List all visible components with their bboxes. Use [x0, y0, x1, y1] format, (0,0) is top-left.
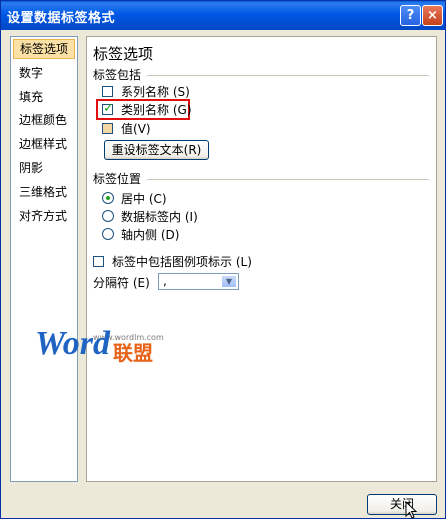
close-window-button[interactable]: ×: [422, 5, 443, 26]
options-panel: 标签选项 标签包括 系列名称 (S) ✓ 类别名称 (G) 值(V) 重设标签文…: [35, 36, 437, 482]
category-name-checkbox[interactable]: ✓: [102, 101, 114, 116]
nav-item-label-options[interactable]: 标签选项: [13, 39, 75, 59]
mouse-pointer-icon: [405, 501, 418, 519]
chevron-down-icon[interactable]: ▼: [221, 275, 237, 288]
value-label[interactable]: 值(V): [121, 120, 151, 137]
panel-heading: 标签选项: [93, 45, 154, 63]
position-inside-base-label[interactable]: 轴内侧 (D): [121, 226, 179, 243]
position-inside-end-radio[interactable]: [102, 210, 114, 222]
position-center-radio[interactable]: [102, 192, 114, 204]
window-title: 设置数据标签格式: [7, 11, 116, 26]
label-position-heading: 标签位置: [93, 172, 142, 186]
series-name-checkbox[interactable]: [102, 86, 113, 97]
nav-item-alignment[interactable]: 对齐方式: [13, 206, 75, 226]
include-legend-key-checkbox[interactable]: [93, 256, 104, 267]
category-name-label[interactable]: 类别名称 (G): [121, 101, 192, 118]
format-data-labels-dialog: 设置数据标签格式 ? × 标签选项 数字 填充 边框颜色 边框样式 阴影 三维格…: [0, 0, 446, 519]
series-name-label[interactable]: 系列名称 (S): [121, 83, 190, 100]
section-divider: [147, 75, 429, 76]
label-contains-heading: 标签包括: [93, 68, 142, 82]
nav-item-number[interactable]: 数字: [13, 63, 75, 83]
category-list: 标签选项 数字 填充 边框颜色 边框样式 阴影 三维格式 对齐方式: [10, 36, 78, 482]
separator-value: ,: [163, 274, 167, 288]
reset-label-text-button[interactable]: 重设标签文本(R): [104, 140, 209, 160]
position-inside-base-radio[interactable]: [102, 228, 114, 240]
nav-item-fill[interactable]: 填充: [13, 87, 75, 107]
nav-item-shadow[interactable]: 阴影: [13, 158, 75, 178]
close-button[interactable]: 关闭: [367, 494, 437, 515]
position-inside-end-label[interactable]: 数据标签内 (I): [121, 208, 198, 225]
section-divider: [147, 179, 429, 180]
nav-item-3d-format[interactable]: 三维格式: [13, 182, 75, 202]
nav-item-border-color[interactable]: 边框颜色: [13, 110, 75, 130]
help-button[interactable]: ?: [400, 5, 421, 26]
separator-label: 分隔符 (E): [93, 276, 150, 290]
include-legend-key-label[interactable]: 标签中包括图例项标示 (L): [112, 253, 252, 270]
nav-item-border-style[interactable]: 边框样式: [13, 134, 75, 154]
value-checkbox[interactable]: [102, 123, 113, 134]
separator-dropdown[interactable]: , ▼: [158, 273, 239, 290]
checkmark-icon: ✓: [103, 101, 114, 116]
title-bar[interactable]: 设置数据标签格式 ? ×: [1, 1, 445, 30]
watermark-cn: 联盟: [113, 341, 153, 365]
watermark-word: Word: [35, 325, 110, 362]
position-center-label[interactable]: 居中 (C): [121, 190, 167, 207]
